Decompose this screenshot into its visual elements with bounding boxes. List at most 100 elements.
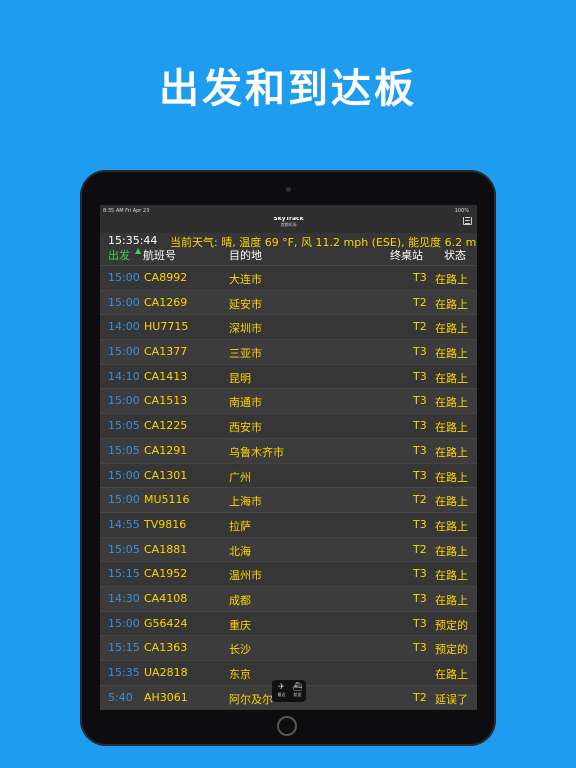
flight-number: CA1413 — [144, 369, 188, 383]
flight-destination: 延安市 — [229, 297, 262, 311]
table-row[interactable]: 15:05 CA1881 北海 T2 在路上 — [100, 536, 477, 562]
column-terminal: 终桌站 — [390, 249, 423, 262]
table-row[interactable]: 14:55 TV9816 拉萨 T3 在路上 — [100, 511, 477, 537]
sort-arrow-icon[interactable]: ▲ — [135, 246, 141, 255]
flight-destination: 成都 — [229, 593, 251, 607]
flight-terminal: T3 — [413, 271, 427, 284]
flight-destination: 重庆 — [229, 618, 251, 632]
flight-terminal: T3 — [413, 567, 427, 581]
column-status: 状态 — [444, 249, 466, 262]
table-row[interactable]: 15:00 CA1269 延安市 T2 在路上 — [100, 289, 477, 315]
tab-1[interactable]: ⛴ 航班 — [290, 682, 305, 700]
flight-destination: 温州市 — [229, 569, 262, 583]
flight-time: 15:00 — [108, 295, 140, 309]
flight-time: 14:00 — [108, 320, 140, 334]
flight-destination: 南通市 — [229, 396, 262, 410]
flight-terminal: T3 — [413, 443, 427, 457]
flight-list: 15:00 CA8992 大连市 T3 在路上 15:00 CA1269 延安市 T2 在路上 14… — [100, 265, 477, 710]
table-row[interactable]: 14:10 CA1413 昆明 T3 在路上 — [100, 363, 477, 389]
table-row[interactable]: 15:00 CA1301 广州 T3 在路上 — [100, 462, 477, 488]
flight-time: 15:15 — [108, 641, 140, 655]
flight-destination: 西安市 — [229, 421, 262, 435]
flight-terminal: T2 — [413, 690, 427, 704]
battery-level: 100% — [454, 208, 469, 214]
flight-destination: 三亚市 — [229, 347, 262, 361]
flight-destination: 深圳市 — [229, 322, 262, 336]
flight-terminal: T2 — [413, 542, 427, 556]
flight-number: CA1881 — [144, 542, 188, 556]
table-row[interactable]: 15:15 CA1952 温州市 T3 在路上 — [100, 561, 477, 586]
flight-time: 14:30 — [108, 591, 140, 605]
table-row[interactable]: 14:30 CA4108 成都 T3 在路上 — [100, 585, 477, 611]
flight-destination: 阿尔及尔 — [229, 692, 273, 706]
tab-0[interactable]: ✈ 最近 — [274, 682, 289, 700]
flight-status: 在路上 — [435, 396, 468, 410]
flight-status: 在路上 — [435, 445, 468, 459]
flight-terminal: T3 — [413, 616, 427, 630]
flight-terminal: T2 — [413, 295, 427, 309]
departures-tab[interactable]: 出发 — [108, 247, 130, 263]
tab-label: 航班 — [293, 692, 302, 697]
flight-terminal: T3 — [413, 468, 427, 482]
flight-status: 在路上 — [435, 347, 468, 361]
flight-time: 15:00 — [108, 271, 140, 284]
flight-status: 在路上 — [435, 593, 468, 607]
current-clock: 15:35:44 — [108, 234, 158, 247]
flight-status: 在路上 — [435, 470, 468, 484]
flight-time: 5:40 — [108, 690, 133, 704]
home-button[interactable] — [277, 716, 297, 736]
promo-headline: 出发和到达板 — [159, 66, 417, 112]
table-row[interactable]: 15:00 CA1513 南通市 T3 在路上 — [100, 388, 477, 414]
flight-time: 15:05 — [108, 542, 140, 556]
table-row[interactable]: 15:00 CA1377 三亚市 T3 在路上 — [100, 339, 477, 364]
flight-destination: 东京 — [229, 668, 251, 681]
flight-time: 15:00 — [108, 394, 140, 408]
table-row[interactable]: 15:15 CA1363 长沙 T3 预定的 — [100, 635, 477, 660]
flight-status: 预定的 — [435, 618, 468, 632]
flight-status: 在路上 — [435, 519, 468, 533]
status-time: 8:35 AM Fri Apr 23 — [103, 208, 150, 214]
flight-time: 15:05 — [108, 419, 140, 433]
table-row[interactable]: 15:00 MU5116 上海市 T2 在路上 — [100, 487, 477, 512]
flight-destination: 北海 — [229, 544, 251, 558]
flight-number: CA1952 — [144, 567, 188, 581]
flight-number: CA1377 — [144, 345, 188, 359]
flight-status: 延误了 — [435, 692, 468, 706]
flight-terminal: T3 — [413, 345, 427, 359]
flight-number: CA1363 — [144, 641, 188, 655]
table-row[interactable]: 15:05 CA1291 乌鲁木齐市 T3 在路上 — [100, 437, 477, 463]
column-flight: 航班号 — [143, 249, 176, 262]
flight-time: 15:00 — [108, 616, 140, 630]
table-row[interactable]: 15:05 CA1225 西安市 T3 在路上 — [100, 413, 477, 438]
flight-number: UA2818 — [144, 666, 188, 679]
flight-time: 14:10 — [108, 369, 140, 383]
table-row[interactable]: 15:00 G56424 重庆 T3 预定的 — [100, 610, 477, 636]
flight-number: CA4108 — [144, 591, 188, 605]
tab-label: 最近 — [277, 692, 286, 697]
flight-terminal: T3 — [413, 517, 427, 531]
table-row[interactable]: 15:00 CA8992 大连市 T3 在路上 — [100, 265, 477, 290]
flight-status: 在路上 — [435, 569, 468, 583]
status-bar: 8:35 AM Fri Apr 23 100% — [100, 205, 477, 217]
flight-terminal: T2 — [413, 320, 427, 334]
flight-status: 在路上 — [435, 371, 468, 385]
flight-terminal: T3 — [413, 419, 427, 433]
flight-time: 15:00 — [108, 468, 140, 482]
flight-number: CA8992 — [144, 271, 188, 284]
flight-destination: 拉萨 — [229, 519, 251, 533]
flight-time: 15:00 — [108, 345, 140, 359]
tab-bar: ✈ 最近 ⛴ 航班 — [272, 680, 306, 702]
flight-status: 在路上 — [435, 322, 468, 336]
flight-time: 15:35 — [108, 666, 140, 679]
flight-destination: 长沙 — [229, 643, 251, 657]
flight-terminal: T3 — [413, 641, 427, 655]
flight-time: 15:00 — [108, 493, 140, 507]
flight-status: 预定的 — [435, 643, 468, 657]
flight-number: CA1513 — [144, 394, 188, 408]
flight-number: AH3061 — [144, 690, 188, 704]
flight-status: 在路上 — [435, 668, 468, 681]
camera-dot — [286, 187, 291, 192]
table-row[interactable]: 14:00 HU7715 深圳市 T2 在路上 — [100, 314, 477, 339]
app-screen: SkyTrack 首都机场 8:35 AM Fri Apr 23 100% 15… — [100, 205, 477, 710]
flight-destination: 大连市 — [229, 273, 262, 286]
